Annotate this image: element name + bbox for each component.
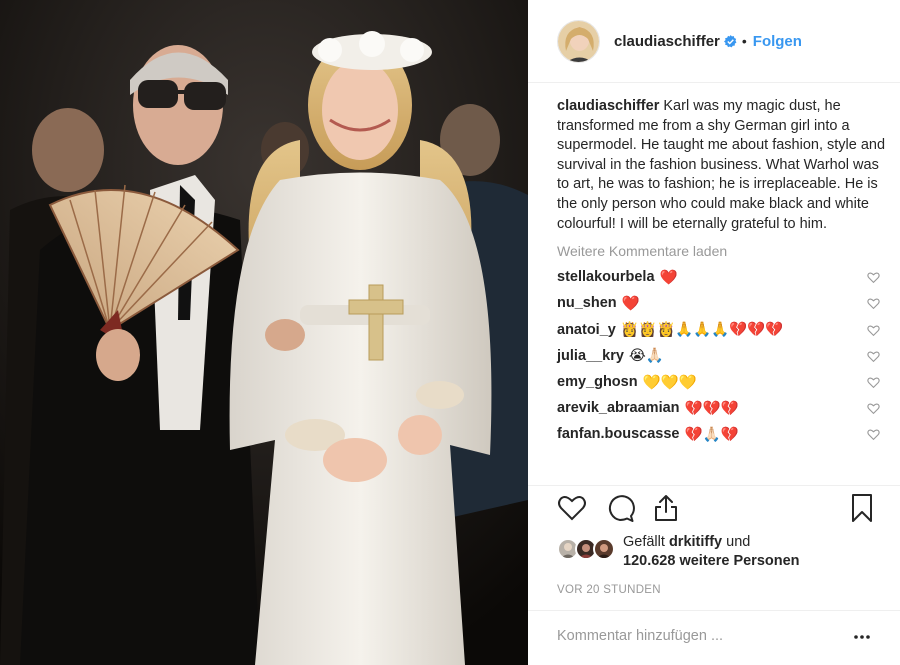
comment-item: stellakourbela ❤️ — [557, 264, 880, 290]
comment-item: arevik_abraamian 💔💔💔 — [557, 395, 880, 421]
follow-button[interactable]: Folgen — [753, 33, 802, 50]
heart-outline-icon[interactable] — [556, 492, 588, 524]
comment-username[interactable]: stellakourbela — [557, 269, 655, 285]
post-caption: claudiaschiffer Karl was my magic dust, … — [557, 97, 887, 234]
post-photo[interactable] — [0, 0, 528, 665]
comment-text: 💔🙏🏻💔 — [684, 426, 739, 443]
photo-illustration — [0, 0, 528, 665]
comment-list: stellakourbela ❤️ nu_shen ❤️ anatoi_y 👸👸… — [557, 264, 880, 447]
verified-badge-icon — [723, 34, 737, 48]
add-comment-bar — [528, 610, 900, 665]
bookmark-icon[interactable] — [846, 492, 878, 524]
comment-username[interactable]: emy_ghosn — [557, 374, 638, 390]
author-avatar[interactable] — [557, 19, 600, 63]
post-timestamp[interactable]: VOR 20 STUNDEN — [557, 584, 661, 596]
share-icon[interactable] — [650, 492, 682, 524]
comment-text: 👸👸👸🙏🙏🙏💔💔💔 — [620, 322, 784, 339]
liker-avatar[interactable] — [593, 538, 615, 560]
comments-section[interactable]: claudiaschiffer Karl was my magic dust, … — [528, 83, 900, 485]
comment-item: anatoi_y 👸👸👸🙏🙏🙏💔💔💔 — [557, 317, 880, 343]
load-more-comments-button[interactable]: Weitere Kommentare laden — [557, 243, 880, 259]
comment-item: emy_ghosn 💛💛💛 — [557, 369, 880, 395]
comment-like-heart-icon[interactable] — [867, 297, 880, 310]
comment-like-heart-icon[interactable] — [867, 324, 880, 337]
likes-conj: und — [726, 534, 751, 550]
comment-like-heart-icon[interactable] — [867, 428, 880, 441]
likes-line: Gefällt drkitiffy und — [623, 534, 750, 550]
more-options-icon[interactable] — [852, 627, 872, 647]
separator-dot: • — [741, 33, 747, 49]
comment-item: julia__kry 😭🙏🏻 — [557, 343, 880, 369]
likes-count[interactable]: 120.628 weitere Personen — [623, 553, 800, 569]
action-icons-row — [556, 492, 876, 532]
comment-text: 💔💔💔 — [684, 400, 739, 417]
comment-like-heart-icon[interactable] — [867, 350, 880, 363]
caption-text: Karl was my magic dust, he transformed m… — [557, 98, 886, 232]
likes-summary: Gefällt drkitiffy und 120.628 weitere Pe… — [557, 534, 877, 578]
comment-text: ❤️ — [659, 269, 678, 286]
comment-item: fanfan.bouscasse 💔🙏🏻💔 — [557, 421, 880, 447]
author-username[interactable]: claudiaschiffer — [614, 33, 720, 50]
caption-author[interactable]: claudiaschiffer — [557, 98, 659, 114]
likes-prefix: Gefällt — [623, 534, 665, 550]
instagram-post: claudiaschiffer • Folgen claudiaschiffer… — [0, 0, 900, 665]
liker-avatars — [557, 538, 617, 560]
comment-username[interactable]: julia__kry — [557, 348, 624, 364]
comment-input[interactable] — [557, 625, 827, 647]
comment-bubble-icon[interactable] — [604, 492, 636, 524]
comment-text: ❤️ — [621, 295, 640, 312]
comment-username[interactable]: nu_shen — [557, 295, 617, 311]
comment-username[interactable]: fanfan.bouscasse — [557, 426, 680, 442]
liker-username[interactable]: drkitiffy — [669, 534, 722, 550]
comment-like-heart-icon[interactable] — [867, 376, 880, 389]
post-header: claudiaschiffer • Folgen — [528, 0, 900, 83]
comment-like-heart-icon[interactable] — [867, 271, 880, 284]
post-side-panel: claudiaschiffer • Folgen claudiaschiffer… — [528, 0, 900, 665]
avatar-image — [558, 20, 599, 62]
comment-username[interactable]: anatoi_y — [557, 322, 616, 338]
comment-like-heart-icon[interactable] — [867, 402, 880, 415]
comment-item: nu_shen ❤️ — [557, 290, 880, 316]
comment-text: 💛💛💛 — [642, 374, 697, 391]
comment-username[interactable]: arevik_abraamian — [557, 400, 680, 416]
comment-text: 😭🙏🏻 — [628, 348, 664, 365]
